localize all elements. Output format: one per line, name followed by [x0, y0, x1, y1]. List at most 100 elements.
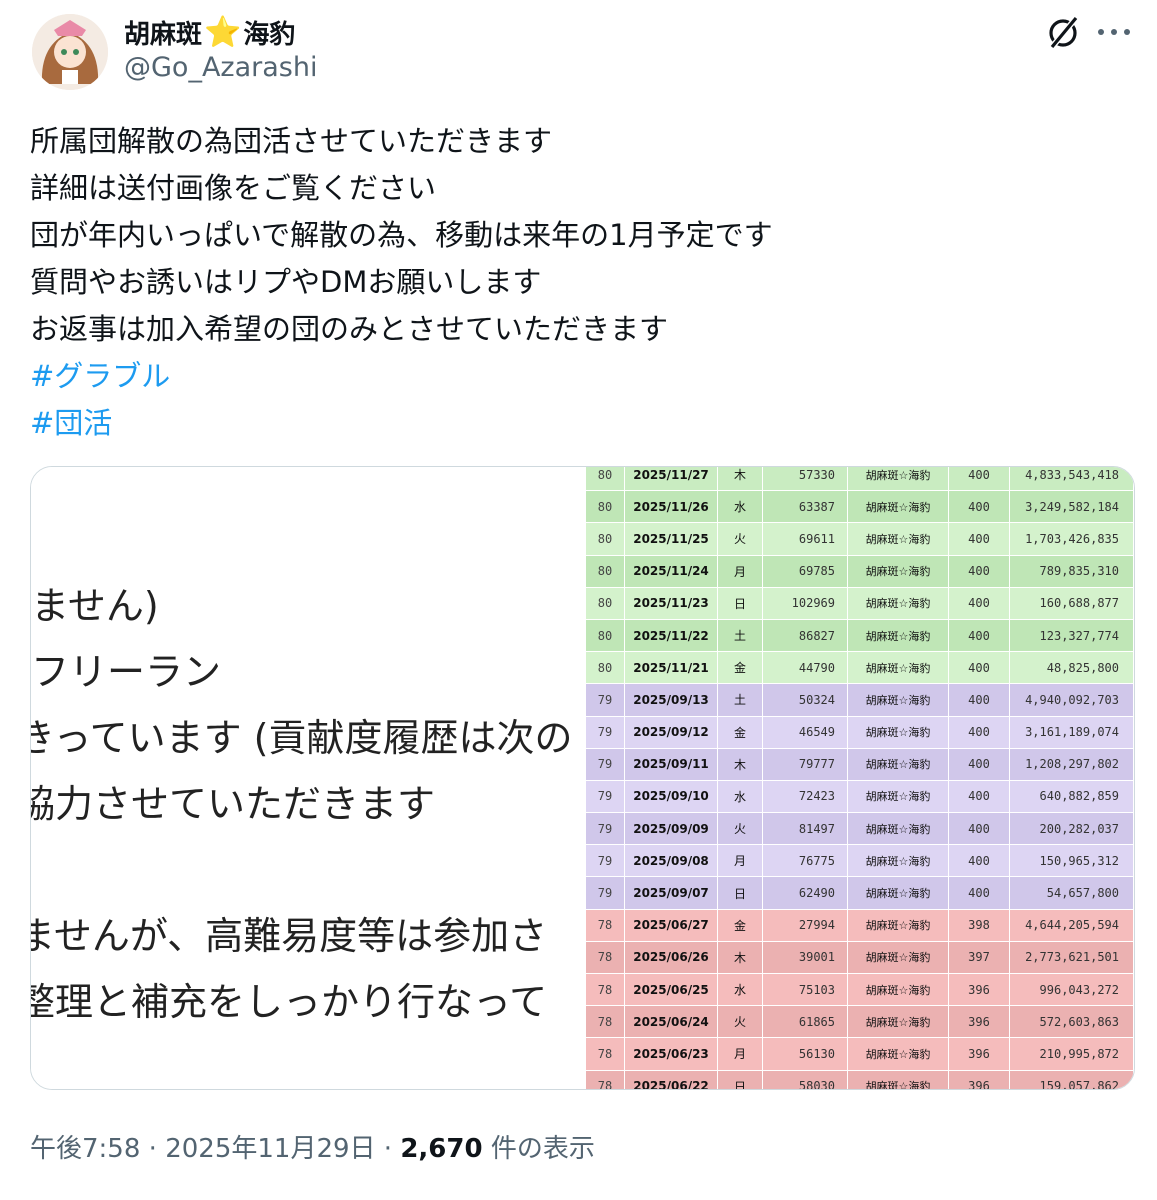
- row-count: 398: [948, 909, 1010, 942]
- row-contribution: 44790: [762, 651, 848, 685]
- row-count: 400: [948, 522, 1010, 556]
- row-contribution: 102969: [762, 587, 848, 620]
- row-player-name: 胡麻斑☆海豹: [847, 683, 949, 717]
- contribution-table: 80 2025/11/27 木 57330 胡麻斑☆海豹 400 4,833,543,418…: [586, 467, 1134, 1089]
- row-total: 123,327,774: [1009, 619, 1134, 653]
- tweet-line: 詳細は送付画像をご覧ください: [30, 171, 437, 205]
- table-row: 80 2025/11/21 金 44790 胡麻斑☆海豹 400 48,825,800: [586, 651, 1134, 685]
- row-level: 80: [586, 619, 625, 653]
- row-date: 2025/06/24: [624, 1005, 718, 1039]
- row-weekday: 月: [717, 1037, 763, 1071]
- table-row: 80 2025/11/22 土 86827 胡麻斑☆海豹 400 123,327,774: [586, 619, 1134, 653]
- row-count: 400: [948, 651, 1010, 685]
- row-date: 2025/09/09: [624, 812, 718, 846]
- row-contribution: 86827: [762, 619, 848, 653]
- image-text-line: ません): [31, 584, 159, 628]
- row-weekday: 日: [717, 876, 763, 910]
- row-contribution: 63387: [762, 490, 848, 524]
- author-name-part2[interactable]: 海豹: [243, 14, 295, 51]
- row-weekday: 水: [717, 490, 763, 524]
- table-row: 78 2025/06/23 月 56130 胡麻斑☆海豹 396 210,995,872: [586, 1037, 1134, 1071]
- star-icon: ⭐: [204, 14, 242, 50]
- row-weekday: 水: [717, 780, 763, 814]
- row-date: 2025/09/08: [624, 844, 718, 878]
- tweet-text: 所属団解散の為団活させていただきます 詳細は送付画像をご覧ください 団が年内いっ…: [30, 118, 1130, 447]
- media-image-right[interactable]: 80 2025/11/27 木 57330 胡麻斑☆海豹 400 4,833,543,418…: [586, 467, 1134, 1089]
- row-player-name: 胡麻斑☆海豹: [847, 651, 949, 685]
- row-level: 78: [586, 1070, 625, 1089]
- meta-separator: ·: [140, 1134, 166, 1164]
- row-level: 79: [586, 683, 625, 717]
- row-player-name: 胡麻斑☆海豹: [847, 1070, 949, 1089]
- author-display-name[interactable]: 胡麻斑 ⭐ 海豹: [124, 14, 295, 51]
- table-row: 80 2025/11/23 日 102969 胡麻斑☆海豹 400 160,688,877: [586, 587, 1134, 620]
- table-row: 80 2025/11/25 火 69611 胡麻斑☆海豹 400 1,703,426,835: [586, 522, 1134, 556]
- row-contribution: 69785: [762, 555, 848, 588]
- row-count: 400: [948, 619, 1010, 653]
- image-text-line: きっています (貢献度履歴は次の: [31, 716, 573, 760]
- table-row: 78 2025/06/25 水 75103 胡麻斑☆海豹 396 996,043,272: [586, 973, 1134, 1007]
- tweet-line: 質問やお誘いはリプやDMお願いします: [30, 265, 542, 299]
- row-contribution: 46549: [762, 716, 848, 749]
- row-total: 1,208,297,802: [1009, 748, 1134, 781]
- tweet-time[interactable]: 午後7:58: [30, 1134, 140, 1164]
- row-total: 150,965,312: [1009, 844, 1134, 878]
- row-count: 400: [948, 716, 1010, 749]
- table-row: 79 2025/09/12 金 46549 胡麻斑☆海豹 400 3,161,189,074: [586, 716, 1134, 749]
- row-weekday: 木: [717, 941, 763, 975]
- row-player-name: 胡麻斑☆海豹: [847, 909, 949, 942]
- author-name-part1[interactable]: 胡麻斑: [124, 14, 202, 51]
- row-player-name: 胡麻斑☆海豹: [847, 490, 949, 524]
- row-date: 2025/09/10: [624, 780, 718, 814]
- row-count: 400: [948, 780, 1010, 814]
- more-dot: [1098, 29, 1104, 35]
- author-handle[interactable]: @Go_Azarashi: [124, 52, 317, 83]
- row-player-name: 胡麻斑☆海豹: [847, 716, 949, 749]
- row-date: 2025/09/12: [624, 716, 718, 749]
- more-dot: [1111, 29, 1117, 35]
- row-level: 78: [586, 909, 625, 942]
- hashtag-link[interactable]: #グラブル: [30, 353, 1130, 400]
- row-date: 2025/11/21: [624, 651, 718, 685]
- media-image-left[interactable]: ません) フリーラン きっています (貢献度履歴は次の 協力させていただきます …: [31, 467, 586, 1089]
- row-date: 2025/09/07: [624, 876, 718, 910]
- row-weekday: 金: [717, 716, 763, 749]
- row-player-name: 胡麻斑☆海豹: [847, 1037, 949, 1071]
- table-row: 79 2025/09/13 土 50324 胡麻斑☆海豹 400 4,940,092,703: [586, 683, 1134, 717]
- row-weekday: 月: [717, 844, 763, 878]
- row-level: 78: [586, 941, 625, 975]
- row-total: 210,995,872: [1009, 1037, 1134, 1071]
- tweet-line: 所属団解散の為団活させていただきます: [30, 124, 553, 158]
- row-total: 160,688,877: [1009, 587, 1134, 620]
- avatar[interactable]: [32, 14, 108, 90]
- row-contribution: 69611: [762, 522, 848, 556]
- row-contribution: 62490: [762, 876, 848, 910]
- media-attachment[interactable]: ません) フリーラン きっています (貢献度履歴は次の 協力させていただきます …: [30, 466, 1135, 1090]
- tweet-meta: 午後7:58 · 2025年11月29日 · 2,670 件の表示: [30, 1128, 595, 1165]
- row-level: 79: [586, 876, 625, 910]
- row-weekday: 金: [717, 651, 763, 685]
- row-level: 78: [586, 1037, 625, 1071]
- row-player-name: 胡麻斑☆海豹: [847, 467, 949, 492]
- row-total: 4,833,543,418: [1009, 467, 1134, 492]
- row-weekday: 月: [717, 555, 763, 588]
- table-row: 79 2025/09/10 水 72423 胡麻斑☆海豹 400 640,882,859: [586, 780, 1134, 814]
- row-date: 2025/11/22: [624, 619, 718, 653]
- row-count: 400: [948, 812, 1010, 846]
- row-count: 400: [948, 587, 1010, 620]
- hashtag-link[interactable]: #団活: [30, 400, 1130, 447]
- row-date: 2025/06/25: [624, 973, 718, 1007]
- row-total: 4,940,092,703: [1009, 683, 1134, 717]
- views-count: 2,670: [400, 1134, 483, 1164]
- more-options-icon[interactable]: [1098, 24, 1138, 40]
- row-total: 3,161,189,074: [1009, 716, 1134, 749]
- row-count: 400: [948, 844, 1010, 878]
- tweet-date[interactable]: 2025年11月29日: [165, 1134, 375, 1164]
- row-player-name: 胡麻斑☆海豹: [847, 844, 949, 878]
- row-date: 2025/06/22: [624, 1070, 718, 1089]
- row-total: 48,825,800: [1009, 651, 1134, 685]
- row-level: 79: [586, 844, 625, 878]
- row-player-name: 胡麻斑☆海豹: [847, 555, 949, 588]
- grok-icon[interactable]: [1044, 14, 1082, 52]
- row-date: 2025/06/26: [624, 941, 718, 975]
